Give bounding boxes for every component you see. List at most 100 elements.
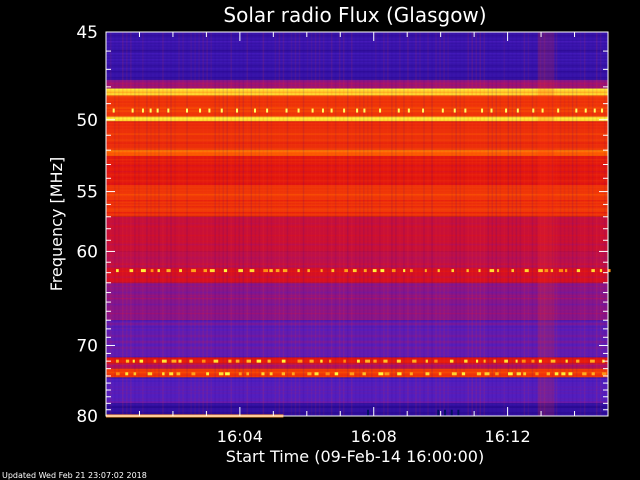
rfi-speckle [133,372,137,376]
time-streak [290,32,293,416]
rfi-speckle [407,108,410,113]
time-streak [318,32,321,416]
time-streak [507,32,510,416]
time-streak [214,32,216,416]
time-streak [579,32,582,416]
time-streak [443,32,445,416]
rfi-speckle [424,269,427,273]
rfi-speckle [235,359,240,363]
rfi-speckle [329,359,332,363]
rfi-speckle [380,269,385,273]
rfi-speckle [125,359,130,363]
rfi-speckle [343,108,346,113]
rfi-speckle [599,269,603,273]
time-streak [142,32,144,416]
time-streak [415,32,417,416]
rfi-speckle [220,108,223,113]
time-streak [130,32,132,416]
rfi-speckle [150,269,154,273]
rfi-speckle [334,372,339,376]
time-streak [162,32,164,416]
dark-spike [444,409,447,416]
y-tick-label: 50 [76,111,98,131]
time-streak [282,32,285,416]
time-streak [202,32,204,416]
time-streak [471,32,473,416]
time-streak [194,32,196,416]
time-streak [186,32,188,416]
dark-spike [457,409,460,416]
rfi-speckle [403,269,406,273]
rfi-speckle [311,108,314,113]
rfi-speckle [434,359,438,363]
time-streak [563,32,566,416]
rfi-speckle [356,108,359,113]
time-streak [118,32,120,416]
rfi-speckle [379,108,382,113]
rfi-speckle [591,372,595,376]
rfi-speckle [524,269,529,273]
rfi-speckle [223,269,228,273]
time-streak [150,32,152,416]
rfi-speckle [493,359,496,363]
rfi-speckle [476,372,482,376]
rfi-speckle [209,269,215,273]
rfi-speckle [466,269,469,273]
rfi-speckle [372,269,377,273]
rfi-speckle [531,359,535,363]
time-streak [270,32,273,416]
rfi-speckle [356,359,360,363]
rfi-speckle [291,372,295,376]
time-streak [110,32,112,416]
time-streak [559,32,562,416]
time-streak [314,32,317,416]
time-streak [463,32,465,416]
rfi-speckle [441,108,444,113]
time-streak [198,32,200,416]
rfi-speckle [176,372,181,376]
rfi-speckle [307,269,310,273]
time-streak [435,32,437,416]
rfi-speckle [179,269,182,273]
x-tick-label: 16:04 [217,427,263,446]
rfi-speckle [167,108,170,113]
rfi-speckle [157,269,160,273]
time-streak [515,32,518,416]
rfi-speckle [523,372,527,376]
rfi-speckle [591,269,595,273]
time-streak [322,32,325,416]
time-streak [274,32,277,416]
time-streak [166,32,168,416]
time-streak [182,32,184,416]
rfi-speckle [504,359,508,363]
time-streak [475,32,477,416]
time-streak [511,32,514,416]
time-streak [342,32,345,416]
time-streak [483,32,486,416]
time-streak [330,32,333,416]
time-streak [310,32,313,416]
time-streak [359,32,361,416]
rfi-speckle [582,372,587,376]
time-streak [134,32,136,416]
rfi-speckle [191,372,196,376]
time-streak [407,32,409,416]
time-streak [206,32,208,416]
x-tick-label: 16:12 [485,427,531,446]
rfi-speckle [437,269,440,273]
rfi-speckle [363,108,366,113]
rfi-speckle [246,359,251,363]
time-streak [242,32,245,416]
dark-spike [450,409,453,416]
rfi-speckle [269,372,273,376]
rfi-speckle [515,359,518,363]
rfi-speckle [451,269,454,273]
time-streak [226,32,228,416]
rfi-speckle [422,108,425,113]
rfi-speckle [451,372,457,376]
rfi-speckle [166,269,171,273]
rfi-speckle [309,359,314,363]
rfi-speckle [139,359,144,363]
rfi-speckle [532,108,535,113]
rfi-speckle [249,269,255,273]
